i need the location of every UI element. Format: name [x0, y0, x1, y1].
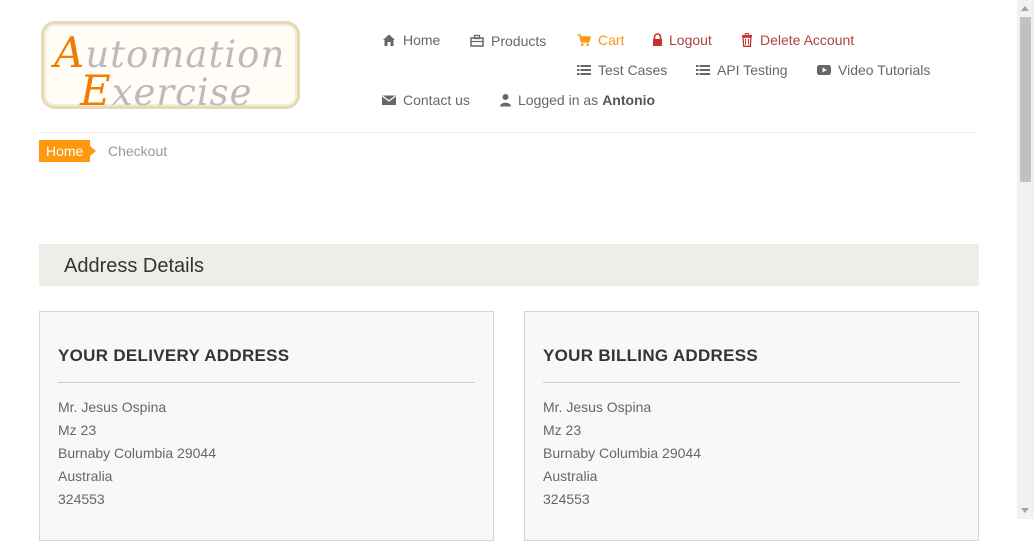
nav-test-cases-label: Test Cases [598, 62, 668, 78]
breadcrumb-home-link[interactable]: Home [39, 140, 97, 162]
nav-cart-label: Cart [598, 32, 625, 48]
delivery-address-box: YOUR DELIVERY ADDRESS Mr. Jesus Ospina M… [39, 311, 494, 541]
cart-icon [577, 34, 591, 47]
delivery-address-heading: YOUR DELIVERY ADDRESS [58, 346, 475, 383]
scroll-up-arrow-icon[interactable] [1021, 6, 1029, 11]
delivery-city-state-zip: Burnaby Columbia 29044 [58, 445, 216, 461]
scroll-down-arrow-icon[interactable] [1021, 508, 1029, 513]
envelope-icon [382, 95, 396, 105]
logged-in-username: Antonio [602, 92, 656, 108]
list-icon [696, 65, 710, 75]
logged-in-prefix: Logged in as [518, 92, 599, 108]
nav-contact-us-label: Contact us [403, 92, 470, 108]
nav-contact-us-link[interactable]: Contact us [382, 92, 470, 108]
nav-delete-account-label: Delete Account [760, 32, 855, 48]
nav-products-label: Products [491, 33, 547, 49]
products-icon [470, 34, 484, 47]
breadcrumb-current: Checkout [108, 143, 168, 159]
nav-cart-link[interactable]: Cart [577, 32, 624, 48]
nav-logout-link[interactable]: Logout [652, 32, 712, 48]
home-icon [383, 34, 395, 46]
billing-address-line: Mz 23 [543, 422, 582, 438]
billing-city-state-zip: Burnaby Columbia 29044 [543, 445, 701, 461]
header-divider [39, 132, 979, 133]
nav-home-link[interactable]: Home [382, 32, 440, 48]
nav-delete-account-link[interactable]: Delete Account [741, 32, 854, 48]
billing-address-heading: YOUR BILLING ADDRESS [543, 346, 960, 383]
address-details-header: Address Details [39, 244, 979, 286]
nav-products-link[interactable]: Products [470, 33, 546, 49]
nav-logged-in-user[interactable]: Logged in as Antonio [500, 92, 655, 108]
nav-home-label: Home [403, 32, 441, 48]
delivery-address-line: Mz 23 [58, 422, 97, 438]
billing-country: Australia [543, 468, 598, 484]
delivery-country: Australia [58, 468, 113, 484]
billing-address-box: YOUR BILLING ADDRESS Mr. Jesus Ospina Mz… [524, 311, 979, 541]
nav-api-testing-label: API Testing [717, 62, 788, 78]
nav-logout-label: Logout [669, 32, 712, 48]
site-logo[interactable]: Automation Exercise [41, 21, 300, 115]
list-icon [577, 65, 591, 75]
delivery-name: Mr. Jesus Ospina [58, 399, 167, 415]
scrollbar-thumb[interactable] [1020, 17, 1031, 182]
nav-video-tutorials-link[interactable]: Video Tutorials [817, 62, 930, 78]
nav-api-testing-link[interactable]: API Testing [696, 62, 788, 78]
nav-video-tutorials-label: Video Tutorials [838, 62, 931, 78]
youtube-play-icon [817, 65, 831, 75]
billing-phone: 324553 [543, 491, 590, 507]
lock-icon [653, 33, 662, 46]
page-scrollbar[interactable] [1017, 0, 1034, 519]
user-icon [500, 94, 511, 107]
nav-test-cases-link[interactable]: Test Cases [577, 62, 667, 78]
trash-icon [742, 33, 752, 47]
delivery-phone: 324553 [58, 491, 105, 507]
billing-name: Mr. Jesus Ospina [543, 399, 652, 415]
logo-line-2: Exercise [80, 66, 253, 115]
section-title: Address Details [64, 255, 205, 277]
